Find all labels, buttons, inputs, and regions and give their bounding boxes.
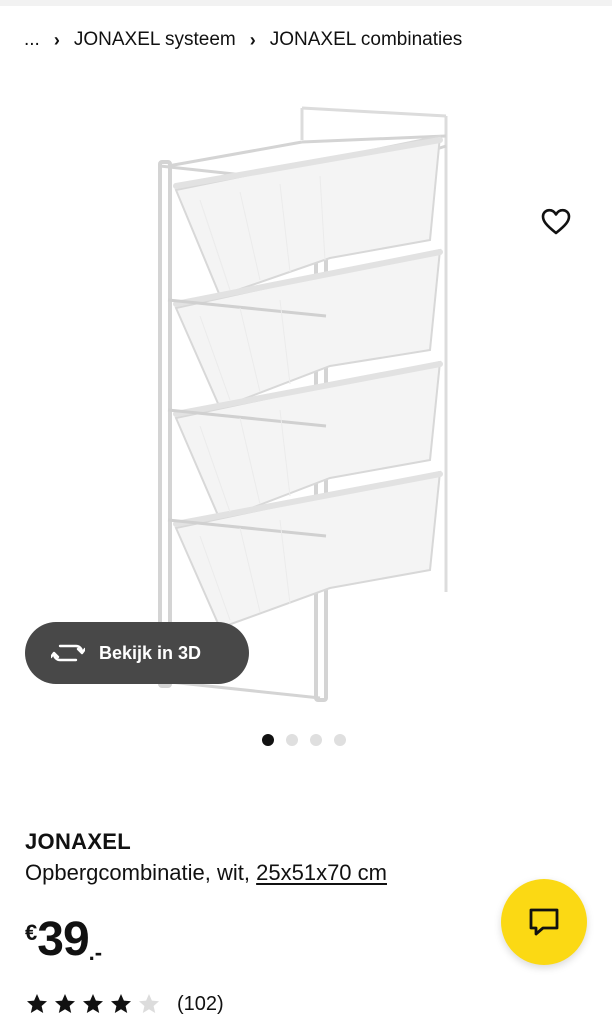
star-filled-icon — [55, 994, 75, 1013]
chevron-right-icon: › — [249, 29, 256, 50]
breadcrumb-item-jonaxel-combinaties[interactable]: JONAXEL combinaties — [270, 29, 463, 51]
star-filled-icon — [83, 994, 103, 1013]
price-suffix: .- — [88, 940, 103, 965]
pagination-dot-4[interactable] — [334, 734, 346, 746]
product-description-text: Opbergcombinatie, wit, — [25, 860, 250, 885]
pagination-dot-3[interactable] — [310, 734, 322, 746]
rating-count[interactable]: (102) — [177, 993, 224, 1016]
breadcrumb: ... › JONAXEL systeem › JONAXEL combinat… — [24, 26, 462, 54]
product-price: € 39 .- — [25, 910, 102, 970]
price-currency: € — [25, 920, 38, 945]
star-filled-icon — [27, 994, 47, 1013]
price-amount: 39 — [37, 913, 89, 966]
chevron-right-icon: › — [53, 29, 60, 50]
pagination-dot-1[interactable] — [262, 734, 274, 746]
chat-button[interactable] — [501, 879, 587, 965]
product-name: JONAXEL — [25, 829, 132, 854]
breadcrumb-item-jonaxel-systeem[interactable]: JONAXEL systeem — [74, 29, 236, 51]
heart-icon — [541, 208, 571, 235]
breadcrumb-ellipsis[interactable]: ... — [24, 29, 40, 51]
product-description: Opbergcombinatie, wit, 25x51x70 cm — [25, 860, 387, 886]
product-rating[interactable]: (102) — [25, 990, 224, 1018]
rotate-3d-icon — [51, 644, 85, 662]
view-3d-button[interactable]: Bekijk in 3D — [25, 622, 249, 684]
gallery-pagination — [262, 734, 346, 746]
chat-bubble-icon — [529, 908, 559, 936]
view-3d-label: Bekijk in 3D — [99, 642, 202, 663]
product-image[interactable] — [140, 100, 480, 710]
pagination-dot-2[interactable] — [286, 734, 298, 746]
rating-stars — [25, 992, 161, 1016]
top-strip — [0, 0, 612, 6]
star-filled-icon — [111, 994, 131, 1013]
favorite-button[interactable] — [532, 198, 580, 246]
star-empty-icon — [139, 994, 159, 1013]
product-dimensions-link[interactable]: 25x51x70 cm — [256, 860, 387, 885]
